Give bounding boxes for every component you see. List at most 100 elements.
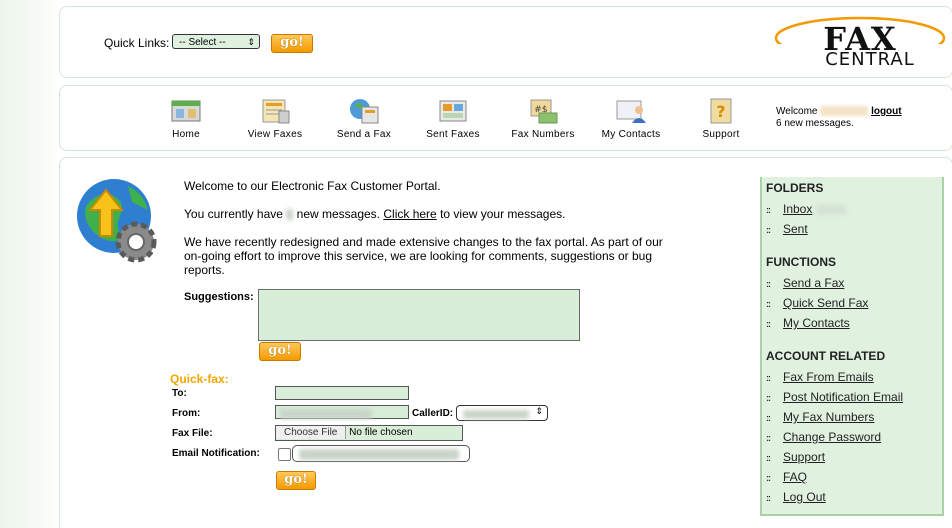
email-notification-label: Email Notification: <box>172 448 260 459</box>
fax-file-label: Fax File: <box>172 428 213 439</box>
nav-sent-faxes[interactable]: Sent Faxes <box>413 97 493 140</box>
redacted-email <box>299 449 459 461</box>
view-faxes-icon <box>262 99 290 124</box>
welcome-box: Welcome logout 6 new messages. <box>776 106 902 130</box>
redacted-inbox-count <box>815 204 846 215</box>
sidebar-link-label[interactable]: Fax From Emails <box>783 370 874 384</box>
redacted-count <box>286 209 294 221</box>
folders-heading: FOLDERS <box>766 181 824 195</box>
nav-my-contacts-label: My Contacts <box>601 129 661 140</box>
sidebar-item-quick-send[interactable]: :: Quick Send Fax <box>766 296 868 310</box>
sidebar-item-faq[interactable]: :: FAQ <box>766 470 807 484</box>
sidebar-item-send-fax[interactable]: :: Send a Fax <box>766 276 844 290</box>
fax-numbers-icon: #$ <box>530 99 558 124</box>
welcome-text: Welcome to our Electronic Fax Customer P… <box>184 179 441 193</box>
bullet-icon: :: <box>766 319 771 329</box>
email-notification-checkbox[interactable] <box>278 448 291 461</box>
nav-my-contacts[interactable]: My Contacts <box>591 97 671 140</box>
sidebar-link-label[interactable]: Post Notification Email <box>783 390 903 404</box>
nav-home[interactable]: Home <box>146 97 226 140</box>
quickfax-go-button[interactable]: go! <box>276 471 316 490</box>
callerid-select[interactable]: ⇕ <box>456 405 548 421</box>
suggestions-label: Suggestions: <box>184 291 254 303</box>
nav-support-label: Support <box>702 129 740 140</box>
choose-file-button[interactable]: Choose File <box>276 426 347 439</box>
sidebar-item-sent[interactable]: :: Sent <box>766 222 808 236</box>
welcome-label: Welcome <box>776 106 818 117</box>
email-notification-input[interactable] <box>292 445 470 462</box>
suggestions-go-button[interactable]: go! <box>259 342 301 361</box>
sidebar-link-label[interactable]: My Contacts <box>783 316 850 330</box>
new-messages-text: 6 new messages. <box>776 118 854 129</box>
bullet-icon: :: <box>766 299 771 309</box>
home-icon <box>171 100 201 122</box>
sidebar-item-post-notification[interactable]: :: Post Notification Email <box>766 390 903 404</box>
no-file-text: No file chosen <box>349 427 413 438</box>
send-fax-icon <box>350 99 379 124</box>
sidebar-link-label[interactable]: Quick Send Fax <box>783 296 868 310</box>
nav-view-faxes-label: View Faxes <box>247 129 303 140</box>
sidebar-link-label[interactable]: Support <box>783 450 825 464</box>
select-arrows-icon: ⇕ <box>535 406 543 416</box>
nav-view-faxes[interactable]: View Faxes <box>235 97 315 140</box>
sidebar-link-label[interactable]: Send a Fax <box>783 276 844 290</box>
sidebar-item-inbox[interactable]: :: Inbox <box>766 202 846 216</box>
sidebar-link-label[interactable]: My Fax Numbers <box>783 410 874 424</box>
logout-link[interactable]: logout <box>871 106 902 117</box>
bullet-icon: :: <box>766 473 771 483</box>
quick-links-value: -- Select -- <box>179 37 226 48</box>
bullet-icon: :: <box>766 279 771 289</box>
bullet-icon: :: <box>766 393 771 403</box>
sidebar-link-label[interactable]: Change Password <box>783 430 881 444</box>
support-icon: ? <box>710 98 732 124</box>
fax-central-logo: FAX CENTRAL <box>774 16 946 68</box>
bullet-icon: :: <box>766 453 771 463</box>
nav-sent-faxes-label: Sent Faxes <box>426 129 480 140</box>
bullet-icon: :: <box>766 225 771 235</box>
messages-suffix: to view your messages. <box>440 207 566 221</box>
to-input[interactable] <box>275 386 409 400</box>
fax-file-input[interactable]: Choose File No file chosen <box>275 425 463 441</box>
sent-faxes-icon <box>439 100 467 122</box>
bullet-icon: :: <box>766 493 771 503</box>
redacted-callerid <box>463 410 529 420</box>
bullet-icon: :: <box>766 205 771 215</box>
svg-text:?: ? <box>716 102 726 121</box>
nav-fax-numbers-label: Fax Numbers <box>511 129 575 140</box>
from-input[interactable] <box>275 405 409 419</box>
messages-line: You currently have new messages. Click h… <box>184 207 674 221</box>
suggestions-textarea[interactable] <box>258 289 580 341</box>
contacts-icon <box>616 100 646 123</box>
sidebar-item-support[interactable]: :: Support <box>766 450 825 464</box>
quick-links-select[interactable]: -- Select -- ⇕ <box>172 34 260 49</box>
quickfax-title: Quick-fax: <box>170 372 229 386</box>
select-arrows-icon: ⇕ <box>247 37 255 47</box>
sidebar-item-fax-from-emails[interactable]: :: Fax From Emails <box>766 370 874 384</box>
sidebar-link-label[interactable]: FAQ <box>783 470 807 484</box>
bullet-icon: :: <box>766 413 771 423</box>
quick-links-go-button[interactable]: go! <box>271 34 313 53</box>
sidebar-item-logout[interactable]: :: Log Out <box>766 490 826 504</box>
sidebar-link-label[interactable]: Log Out <box>783 490 826 504</box>
nav-send-fax-label: Send a Fax <box>336 129 392 140</box>
callerid-label: CallerID: <box>412 408 454 419</box>
sidebar-item-change-password[interactable]: :: Change Password <box>766 430 881 444</box>
bullet-icon: :: <box>766 433 771 443</box>
sidebar-link-label[interactable]: Inbox <box>783 202 812 216</box>
globe-gear-icon <box>77 179 157 263</box>
nav-support[interactable]: ? Support <box>681 97 761 140</box>
messages-middle: new messages. <box>296 207 381 221</box>
sidebar-item-fax-numbers[interactable]: :: My Fax Numbers <box>766 410 874 424</box>
nav-home-label: Home <box>172 129 200 140</box>
redacted-from <box>280 408 372 419</box>
account-heading: ACCOUNT RELATED <box>766 349 886 363</box>
click-here-link[interactable]: Click here <box>383 207 436 221</box>
functions-heading: FUNCTIONS <box>766 255 836 269</box>
sidebar-link-label[interactable]: Sent <box>783 222 808 236</box>
nav-send-fax[interactable]: Send a Fax <box>324 97 404 140</box>
to-label: To: <box>172 388 187 399</box>
redacted-username <box>820 106 869 117</box>
quick-links-label: Quick Links: <box>104 36 170 50</box>
nav-fax-numbers[interactable]: #$ Fax Numbers <box>503 97 583 140</box>
sidebar-item-contacts[interactable]: :: My Contacts <box>766 316 850 330</box>
